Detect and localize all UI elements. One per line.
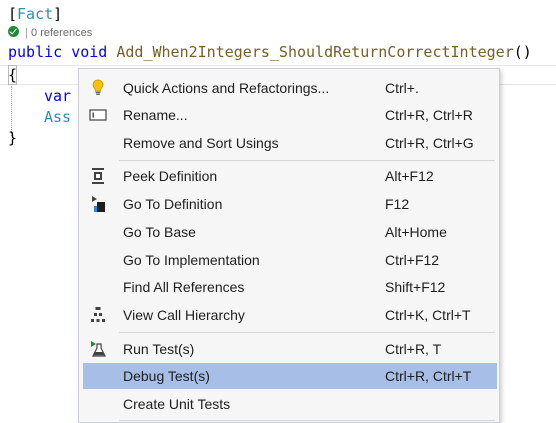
- rename-icon: [87, 104, 109, 126]
- method-signature-line[interactable]: public void Add_When2Integers_ShouldRetu…: [8, 42, 532, 62]
- menu-separator: [119, 420, 495, 421]
- menu-item-shortcut: Alt+F12: [385, 168, 434, 184]
- references-link[interactable]: 0 references: [31, 27, 92, 39]
- menu-item-shortcut: Ctrl+F12: [385, 252, 440, 268]
- menu-item-go-to-implementation[interactable]: Go To Implementation Ctrl+F12: [83, 247, 497, 273]
- menu-item-shortcut: F12: [385, 196, 410, 212]
- menu-item-label: Rename...: [123, 107, 188, 123]
- attribute-line[interactable]: [Fact]: [8, 4, 62, 24]
- test-passed-icon[interactable]: [8, 26, 19, 37]
- call-hierarchy-icon: [87, 304, 109, 326]
- menu-item-quick-actions[interactable]: Quick Actions and Refactorings... Ctrl+.: [83, 75, 497, 101]
- go-to-definition-icon: [87, 193, 109, 215]
- assert-line[interactable]: Ass: [44, 107, 71, 127]
- menu-item-peek-definition[interactable]: Peek Definition Alt+F12: [83, 163, 497, 189]
- assert-fragment: Ass: [44, 108, 72, 126]
- codelens: | 0 references: [8, 25, 92, 41]
- menu-separator: [119, 160, 495, 161]
- context-menu: Quick Actions and Refactorings... Ctrl+.…: [78, 68, 500, 423]
- menu-item-go-to-definition[interactable]: Go To Definition F12: [83, 191, 497, 217]
- menu-item-shortcut: Ctrl+R, Ctrl+R: [385, 107, 473, 123]
- menu-item-label: Create Unit Tests: [123, 396, 231, 412]
- menu-item-shortcut: Alt+Home: [385, 224, 447, 240]
- menu-item-shortcut: Ctrl+R, Ctrl+G: [385, 135, 474, 151]
- menu-item-label: Go To Definition: [123, 196, 223, 212]
- menu-item-label: Quick Actions and Refactorings...: [123, 80, 330, 96]
- menu-item-label: View Call Hierarchy: [123, 307, 245, 323]
- menu-item-shortcut: Ctrl+R, Ctrl+T: [385, 368, 472, 384]
- menu-item-create-unit-tests[interactable]: Create Unit Tests: [83, 391, 497, 417]
- public-keyword: public: [8, 43, 63, 61]
- menu-item-label: Debug Test(s): [123, 368, 210, 384]
- menu-item-label: Remove and Sort Usings: [123, 135, 279, 151]
- menu-item-rename[interactable]: Rename... Ctrl+R, Ctrl+R: [83, 102, 497, 128]
- var-keyword: var: [44, 87, 72, 105]
- menu-item-label: Run Test(s): [123, 341, 195, 357]
- codelens-divider: |: [22, 27, 32, 39]
- var-line[interactable]: var: [44, 86, 71, 106]
- menu-separator: [119, 332, 495, 333]
- close-brace-line[interactable]: }: [8, 128, 17, 148]
- menu-item-debug-tests[interactable]: Debug Test(s) Ctrl+R, Ctrl+T: [83, 363, 497, 389]
- menu-item-go-to-base[interactable]: Go To Base Alt+Home: [83, 219, 497, 245]
- attribute-close-bracket: ]: [53, 5, 63, 23]
- run-test-icon: [87, 338, 109, 360]
- fact-attribute[interactable]: Fact: [17, 5, 53, 23]
- menu-item-label: Go To Implementation: [123, 252, 260, 268]
- menu-item-remove-sort-usings[interactable]: Remove and Sort Usings Ctrl+R, Ctrl+G: [83, 130, 497, 156]
- menu-item-shortcut: Ctrl+.: [385, 80, 419, 96]
- open-brace: {: [8, 66, 18, 84]
- close-brace: }: [8, 129, 18, 147]
- menu-item-shortcut: Ctrl+K, Ctrl+T: [385, 307, 471, 323]
- method-name[interactable]: Add_When2Integers_ShouldReturnCorrectInt…: [116, 43, 513, 61]
- menu-item-run-tests[interactable]: Run Test(s) Ctrl+R, T: [83, 336, 497, 362]
- menu-item-label: Peek Definition: [123, 168, 218, 184]
- menu-item-label: Go To Base: [123, 224, 196, 240]
- open-brace-line[interactable]: {: [8, 65, 17, 85]
- peek-definition-icon: [87, 165, 109, 187]
- menu-item-shortcut: Ctrl+R, T: [385, 341, 442, 357]
- lightbulb-icon: [87, 77, 109, 99]
- menu-item-view-call-hierarchy[interactable]: View Call Hierarchy Ctrl+K, Ctrl+T: [83, 302, 497, 328]
- menu-item-label: Find All References: [123, 279, 245, 295]
- menu-item-find-all-references[interactable]: Find All References Shift+F12: [83, 274, 497, 300]
- method-parens: (): [513, 43, 532, 61]
- menu-item-shortcut: Shift+F12: [385, 279, 446, 295]
- attribute-open-bracket: [: [8, 5, 18, 23]
- void-keyword: void: [71, 43, 108, 61]
